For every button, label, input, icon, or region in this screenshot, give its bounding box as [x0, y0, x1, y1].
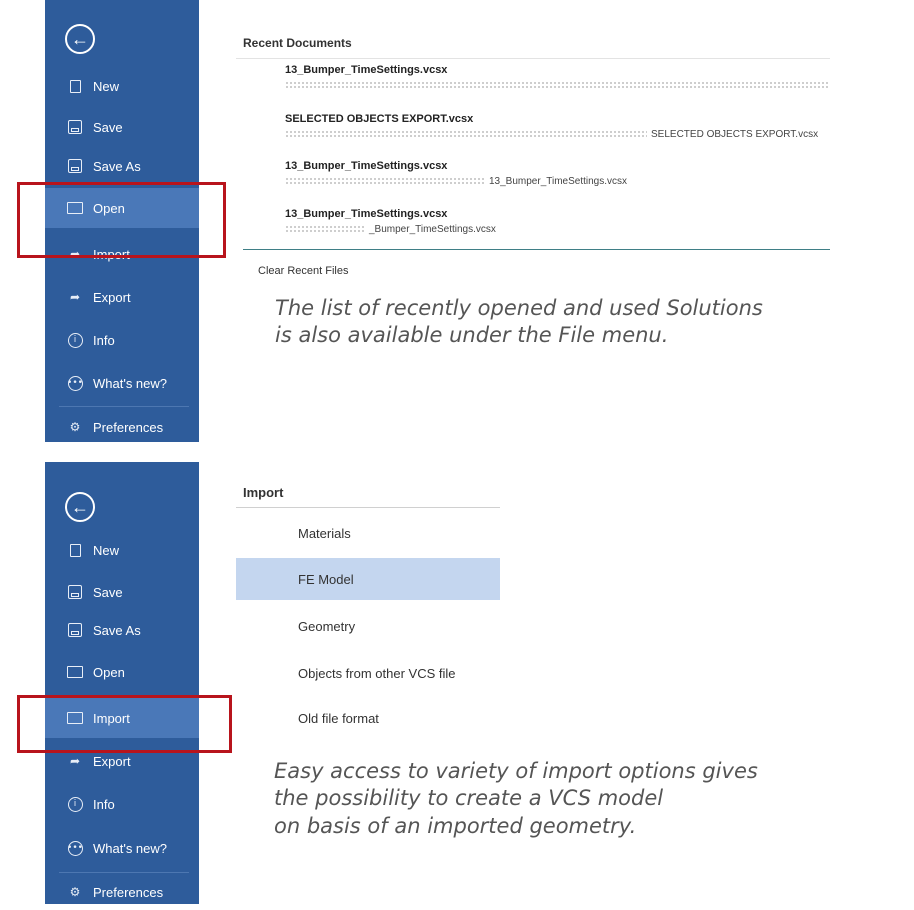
- preferences-icon: ⚙: [69, 885, 81, 899]
- option-label: Geometry: [298, 618, 356, 634]
- menu-item-whats-new[interactable]: ••• What's new?: [45, 365, 199, 401]
- import-option-materials[interactable]: Materials: [236, 512, 500, 554]
- new-document-icon: [67, 78, 83, 94]
- menu-item-label: Save: [93, 119, 123, 135]
- save-as-icon: [67, 158, 83, 174]
- caption-line: is also available under the File menu.: [275, 323, 669, 348]
- menu-item-label: Open: [93, 664, 125, 680]
- file-menu-import-panel: ← New Save Save As Open Import ➦ Export …: [0, 462, 914, 904]
- menu-item-save[interactable]: Save: [45, 574, 199, 610]
- menu-item-new[interactable]: New: [45, 68, 199, 104]
- menu-item-preferences[interactable]: ⚙ Preferences: [45, 874, 199, 910]
- menu-item-label: New: [93, 542, 120, 558]
- menu-item-export[interactable]: ➦ Export: [45, 279, 199, 315]
- menu-item-label: Info: [93, 332, 115, 348]
- menu-item-label: Preferences: [93, 419, 164, 435]
- menu-item-label: What's new?: [93, 375, 168, 391]
- save-icon: [67, 584, 83, 600]
- caption-line: Easy access to variety of import options…: [274, 759, 758, 783]
- option-label: Old file format: [298, 710, 379, 726]
- highlight-box-open: [17, 182, 226, 258]
- back-arrow-icon[interactable]: ←: [65, 24, 95, 54]
- divider: [243, 249, 830, 250]
- open-folder-icon: [67, 664, 83, 680]
- whats-new-icon: •••: [67, 375, 83, 391]
- whats-new-icon: •••: [67, 840, 83, 856]
- menu-divider: [59, 406, 189, 407]
- menu-item-label: New: [93, 78, 120, 94]
- recent-documents-heading: Recent Documents: [243, 36, 352, 50]
- recent-document-name: 13_Bumper_TimeSettings.vcsx: [285, 160, 448, 172]
- preferences-icon: ⚙: [69, 420, 81, 434]
- menu-item-save-as[interactable]: Save As: [45, 148, 199, 184]
- menu-item-label: Preferences: [93, 884, 164, 900]
- highlight-box-import: [17, 695, 232, 753]
- option-label: Objects from other VCS file: [298, 665, 456, 681]
- recent-document-name: 13_Bumper_TimeSettings.vcsx: [285, 64, 448, 76]
- option-label: FE Model: [298, 571, 354, 587]
- save-icon: [67, 119, 83, 135]
- caption-line: The list of recently opened and used Sol…: [275, 296, 763, 320]
- info-icon: i: [67, 796, 83, 812]
- recent-document-item[interactable]: 13_Bumper_TimeSettings.vcsx 13_Bumper_Ti…: [285, 160, 627, 188]
- recent-document-item[interactable]: SELECTED OBJECTS EXPORT.vcsx SELECTED OB…: [285, 113, 818, 141]
- import-option-fe-model[interactable]: FE Model: [236, 558, 500, 600]
- menu-item-save[interactable]: Save: [45, 109, 199, 145]
- import-heading: Import: [243, 485, 284, 500]
- save-as-icon: [67, 622, 83, 638]
- recent-document-name: SELECTED OBJECTS EXPORT.vcsx: [285, 113, 474, 125]
- recent-document-path: _Bumper_TimeSettings.vcsx: [285, 222, 496, 236]
- option-label: Materials: [298, 525, 351, 541]
- caption: Easy access to variety of import options…: [274, 758, 758, 840]
- menu-item-open[interactable]: Open: [45, 654, 199, 690]
- clear-recent-files-link[interactable]: Clear Recent Files: [258, 265, 348, 277]
- recent-document-item[interactable]: 13_Bumper_TimeSettings.vcsx: [285, 64, 833, 92]
- menu-item-whats-new[interactable]: ••• What's new?: [45, 830, 199, 866]
- menu-item-info[interactable]: i Info: [45, 322, 199, 358]
- caption-line: on basis of an imported geometry.: [274, 813, 637, 838]
- recent-document-path: [285, 78, 833, 92]
- menu-item-label: Save As: [93, 622, 141, 638]
- menu-item-label: Save: [93, 584, 123, 600]
- import-option-old-file-format[interactable]: Old file format: [236, 697, 500, 739]
- recent-document-item[interactable]: 13_Bumper_TimeSettings.vcsx _Bumper_Time…: [285, 208, 496, 236]
- menu-item-label: Export: [93, 289, 131, 305]
- menu-item-label: Save As: [93, 158, 141, 174]
- menu-item-new[interactable]: New: [45, 532, 199, 568]
- export-icon: ➦: [69, 754, 81, 768]
- recent-document-path: 13_Bumper_TimeSettings.vcsx: [285, 174, 627, 188]
- file-sidebar: ← New Save Save As Open Import ➦ Export …: [45, 462, 199, 904]
- menu-item-info[interactable]: i Info: [45, 786, 199, 822]
- divider: [236, 507, 500, 508]
- menu-item-save-as[interactable]: Save As: [45, 612, 199, 648]
- info-icon: i: [67, 332, 83, 348]
- file-menu-open-panel: ← New Save Save As Open ➦ Import ➦ Expor…: [0, 0, 914, 450]
- recent-document-name: 13_Bumper_TimeSettings.vcsx: [285, 208, 448, 220]
- menu-item-preferences[interactable]: ⚙ Preferences: [45, 409, 199, 445]
- import-option-geometry[interactable]: Geometry: [236, 605, 500, 647]
- menu-item-label: Info: [93, 796, 115, 812]
- caption-line: the possibility to create a VCS model: [274, 786, 664, 811]
- recent-document-path: SELECTED OBJECTS EXPORT.vcsx: [285, 127, 818, 141]
- import-option-objects-from-vcs[interactable]: Objects from other VCS file: [236, 652, 500, 694]
- menu-item-label: What's new?: [93, 840, 168, 856]
- back-arrow-icon[interactable]: ←: [65, 492, 95, 522]
- menu-item-label: Export: [93, 753, 131, 769]
- divider: [236, 58, 830, 59]
- new-document-icon: [67, 542, 83, 558]
- menu-divider: [59, 872, 189, 873]
- caption: The list of recently opened and used Sol…: [275, 295, 763, 350]
- export-icon: ➦: [69, 290, 81, 304]
